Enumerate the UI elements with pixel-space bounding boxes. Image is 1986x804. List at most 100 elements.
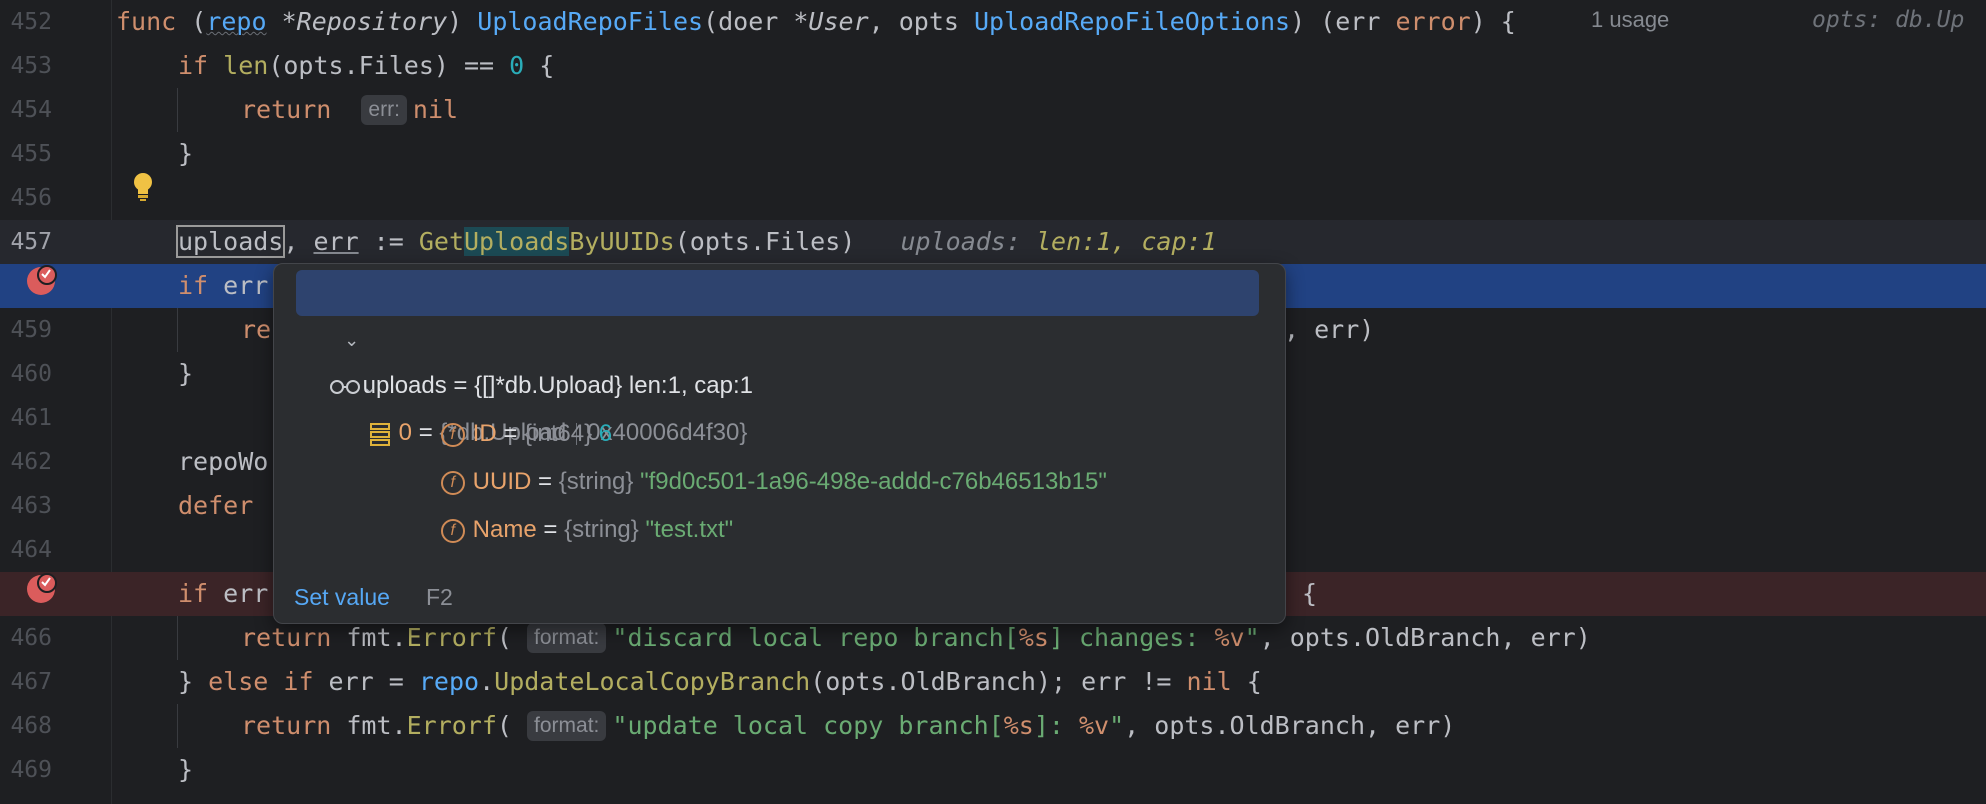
keyword[interactable]: defer (178, 484, 253, 528)
builtin-call[interactable]: len (223, 51, 268, 80)
keyword: if (178, 51, 209, 80)
number-literal: 0 (509, 51, 525, 80)
keyword: func (116, 7, 177, 36)
code-line-468[interactable]: 468 return fmt.Errorf( format: "update lo… (0, 704, 1986, 748)
return-type[interactable]: error (1395, 7, 1470, 36)
set-value-link[interactable]: Set value (294, 582, 390, 612)
code-text[interactable]: } (178, 132, 193, 176)
keyword: return (241, 95, 332, 124)
keyword: return (241, 711, 332, 740)
param-type[interactable]: User (808, 7, 868, 36)
function-call[interactable]: ByUUIDs (569, 227, 674, 256)
expr: (opts.OldBranch); err != (810, 667, 1187, 696)
string-literal: " (1109, 711, 1125, 740)
punct: ) { (1470, 7, 1516, 36)
inline-value-hint: opts: db.Up (1812, 7, 1965, 33)
code-text[interactable]: return err: nil (241, 88, 458, 132)
indent-guide (177, 88, 178, 132)
tree-row-uploads[interactable]: ⌄ uploads = {[]*db.Upload} len:1, cap:1 (296, 270, 1259, 399)
indent-guide (177, 308, 178, 352)
selected-variable[interactable]: uploads (175, 225, 286, 258)
tree-row-field-uuid[interactable]: f UUID = {string} "f9d0c501-1a96-498e-add… (414, 413, 1107, 495)
variable[interactable]: err (313, 227, 358, 256)
element-index: 0 (398, 419, 413, 446)
code-text[interactable]: return fmt.Errorf( format: "update local … (241, 704, 1455, 748)
lightbulb-icon[interactable] (132, 172, 154, 202)
inline-value: len:1, cap:1 (1035, 227, 1217, 256)
string-literal: ]: (1033, 711, 1079, 740)
nil-literal: nil (412, 95, 459, 124)
line-number: 461 (10, 405, 52, 431)
function-name[interactable]: UploadRepoFiles (477, 7, 703, 36)
keyword: return (241, 623, 332, 652)
code-text[interactable]: if len(opts.Files) == 0 { (178, 44, 554, 88)
inline-debug-value[interactable]: uploads: len:1, cap:1 (901, 227, 1217, 256)
param-type[interactable]: UploadRepoFileOptions (974, 7, 1290, 36)
format-verb: %s (1003, 711, 1034, 740)
punct: ( (176, 7, 207, 36)
package-name[interactable]: fmt. (346, 623, 406, 652)
code-line-469[interactable]: 469 } (0, 748, 1986, 792)
function-call-match[interactable]: Uploads (464, 227, 570, 256)
code-text[interactable]: } else if err = repo.UpdateLocalCopyBran… (178, 660, 1262, 704)
string-literal: " (1244, 623, 1260, 652)
function-call[interactable]: Errorf (407, 711, 497, 740)
code-text[interactable]: re (241, 308, 271, 352)
code-line-467[interactable]: 467 } else if err = repo.UpdateLocalCopy… (0, 660, 1986, 704)
params: (doer * (703, 7, 809, 36)
line-number: 452 (10, 9, 52, 35)
line-number: 468 (10, 713, 52, 739)
code-line-455[interactable]: 455 } (0, 132, 1986, 176)
code-text-tail[interactable]: , err) (1284, 308, 1374, 352)
code-line-452[interactable]: 452 func (repo *Repository) UploadRepoFi… (0, 0, 1986, 44)
call-args: , opts.OldBranch, err) (1259, 623, 1591, 652)
parameter-hint: format: (527, 623, 607, 653)
tree-row-field-name[interactable]: f Name = {string} "test.txt" (414, 461, 733, 543)
code-text[interactable]: } (178, 748, 193, 792)
function-call[interactable]: Get (419, 227, 464, 256)
line-number: 460 (10, 361, 52, 387)
tree-row-field-id[interactable]: f ID = {int64} 6 (414, 365, 612, 447)
debug-value-popup[interactable]: ⌄ uploads = {[]*db.Upload} len:1, cap:1 … (273, 263, 1286, 624)
string-literal: ] changes: (1048, 623, 1215, 652)
code-text[interactable]: func (repo *Repository) UploadRepoFiles(… (116, 0, 1516, 44)
receiver-name[interactable]: repo (419, 667, 479, 696)
receiver-name[interactable]: repo (206, 7, 266, 36)
code-text[interactable]: repoWo (178, 440, 268, 484)
string-literal: "discard local repo branch[ (612, 623, 1019, 652)
line-number: 469 (10, 757, 52, 783)
field-name: Name (472, 516, 537, 543)
call-args: (opts.Files) (674, 227, 856, 256)
function-call[interactable]: Errorf (407, 623, 497, 652)
breakpoint-icon[interactable] (27, 573, 57, 603)
format-verb: %v (1079, 711, 1110, 740)
punct: { (524, 51, 555, 80)
code-line-454[interactable]: 454 return err: nil (0, 88, 1986, 132)
punct: ( (496, 711, 512, 740)
equals: = (536, 516, 565, 543)
line-number: 459 (10, 317, 52, 343)
line-number: 463 (10, 493, 52, 519)
tree-row-item-0[interactable]: ⌄ 0 = {*db.Upload 0x40006d4f30} (332, 317, 747, 446)
line-number: 462 (10, 449, 52, 475)
code-text[interactable]: } (178, 352, 193, 396)
code-text[interactable]: if err (178, 572, 268, 616)
breakpoint-icon[interactable] (27, 265, 57, 295)
code-line-453[interactable]: 453 if len(opts.Files) == 0 { (0, 44, 1986, 88)
code-text[interactable]: if err (178, 264, 268, 308)
nil-literal: nil (1186, 667, 1232, 696)
receiver-type[interactable]: Repository (297, 7, 448, 36)
code-line-456[interactable]: 456 (0, 176, 1986, 220)
usage-hint[interactable]: 1 usage (1591, 0, 1669, 40)
code-line-457[interactable]: 457 uploads, err := GetUploadsByUUIDs(op… (0, 220, 1986, 264)
line-number: 453 (10, 53, 52, 79)
method-call[interactable]: UpdateLocalCopyBranch (494, 667, 810, 696)
code-text-tail[interactable]: { (1302, 572, 1317, 616)
package-name[interactable]: fmt. (346, 711, 406, 740)
line-number: 454 (10, 97, 52, 123)
chevron-down-icon[interactable]: ⌄ (359, 364, 381, 410)
expr: err (208, 579, 269, 608)
code-text[interactable]: uploads, err := GetUploadsByUUIDs(opts.F… (175, 220, 1217, 264)
indent-guide (177, 704, 178, 748)
punct: ) (447, 7, 478, 36)
